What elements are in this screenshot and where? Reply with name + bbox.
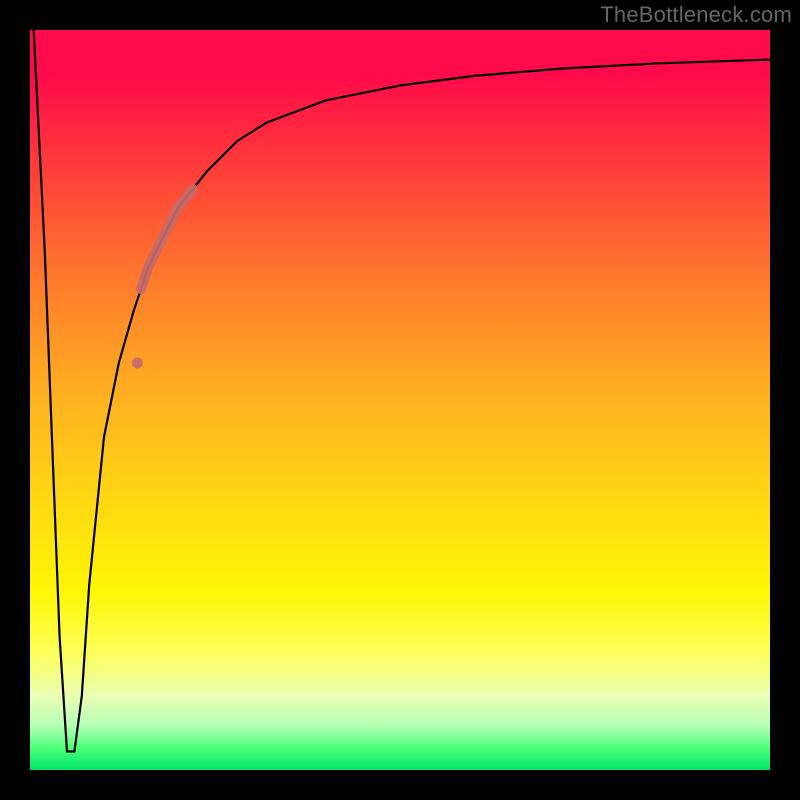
highlight-segment: [141, 189, 193, 289]
curve-svg: [30, 30, 770, 770]
highlight-dot: [132, 358, 143, 369]
watermark-text: TheBottleneck.com: [600, 2, 792, 28]
plot-area: [30, 30, 770, 770]
chart-frame: TheBottleneck.com: [0, 0, 800, 800]
bottleneck-curve: [34, 30, 770, 752]
